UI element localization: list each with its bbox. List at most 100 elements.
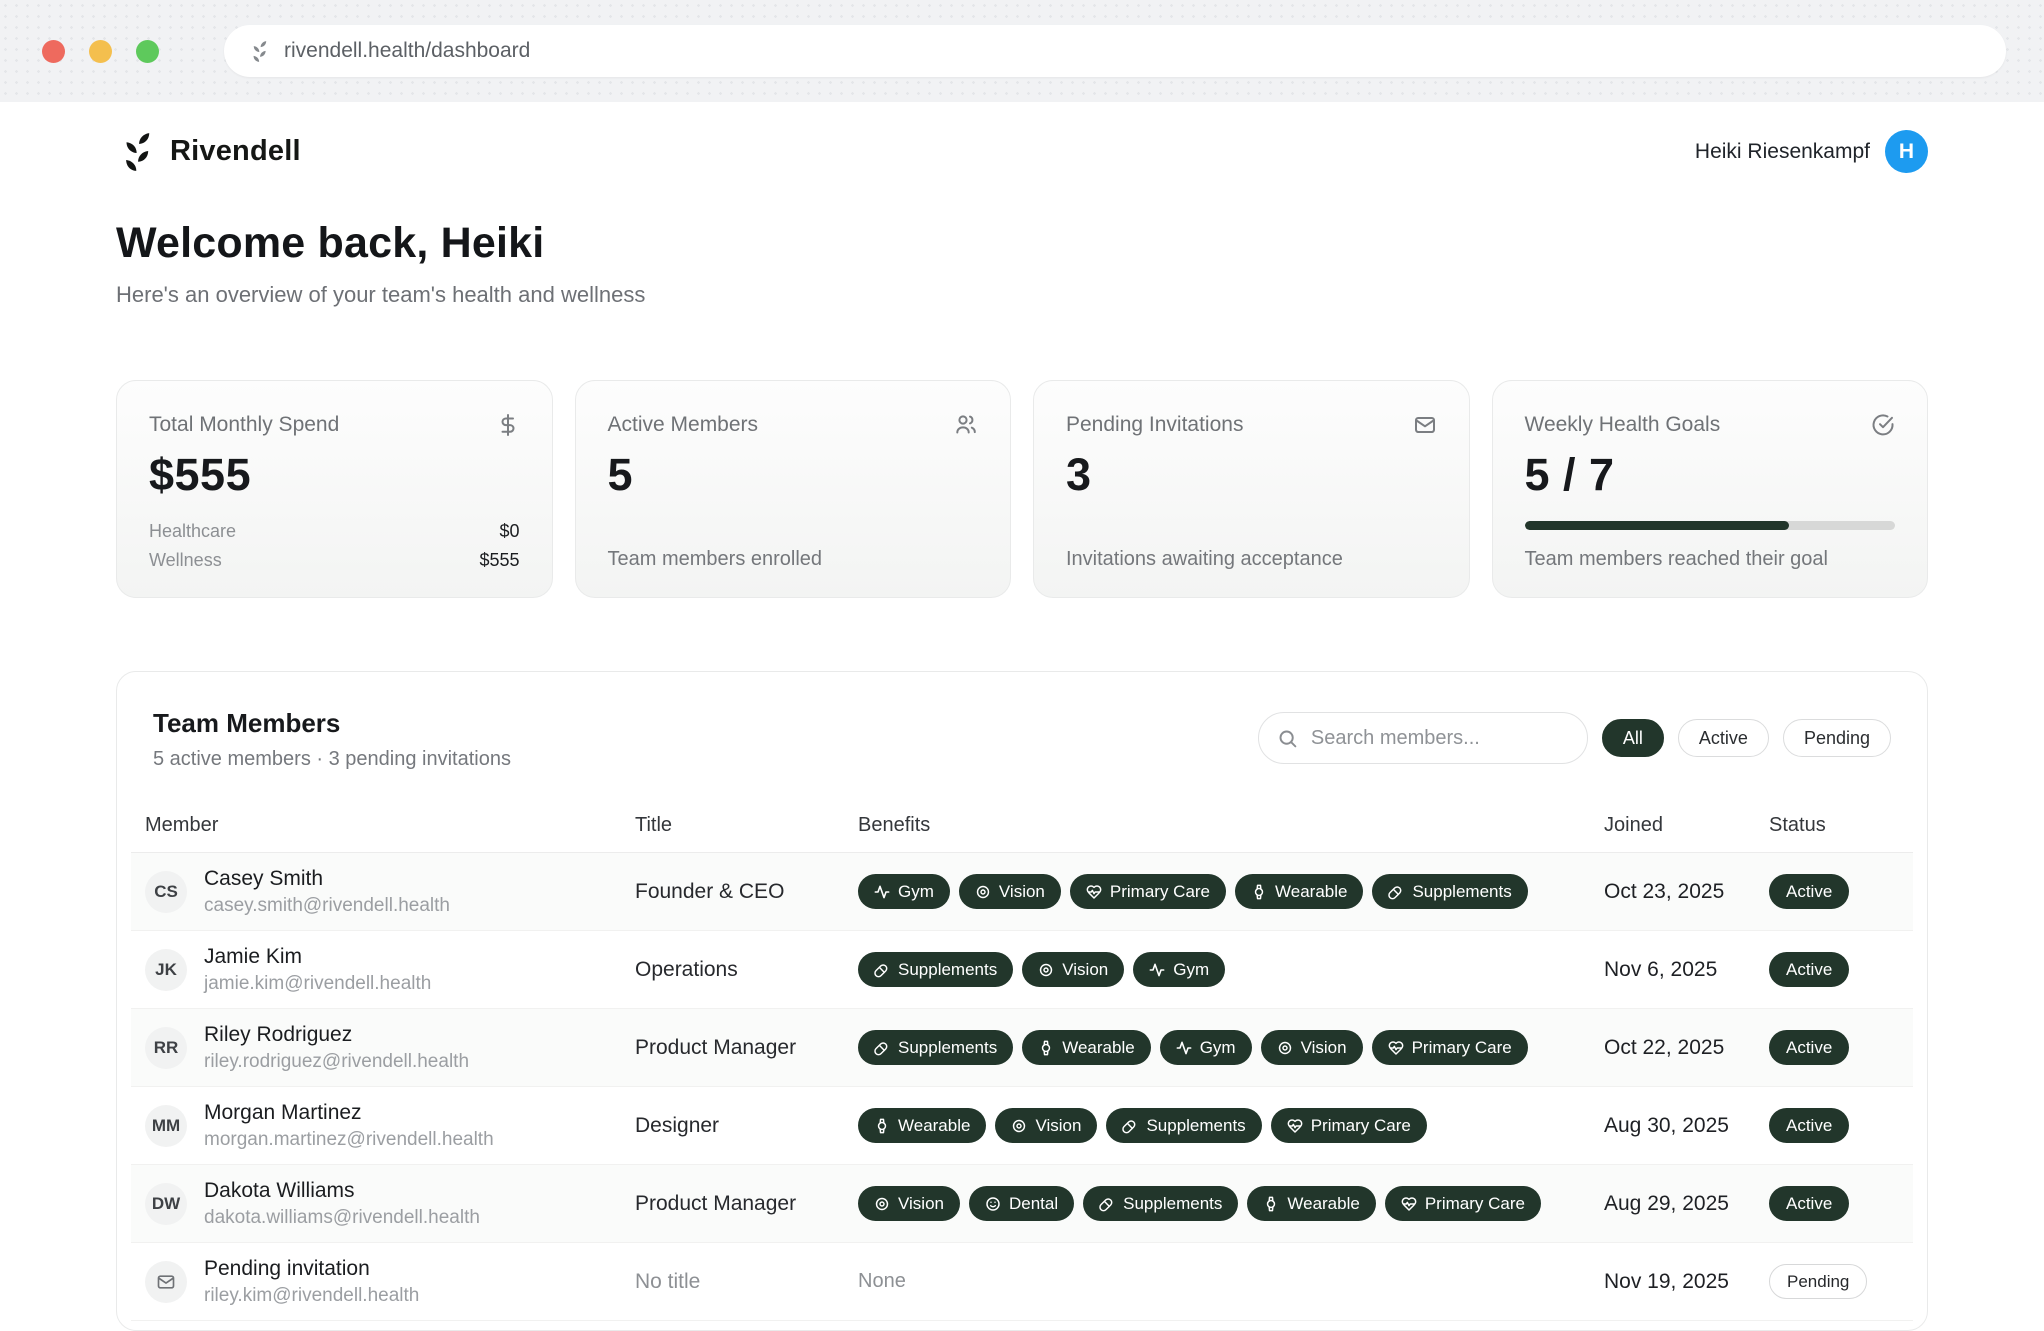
browser-chrome: rivendell.health/dashboard xyxy=(0,0,2044,102)
smile-icon xyxy=(985,1196,1001,1212)
pill-icon xyxy=(874,1040,890,1056)
member-title: Founder & CEO xyxy=(635,880,858,904)
member-benefits: GymVisionPrimary CareWearableSupplements xyxy=(858,874,1604,909)
avatar: RR xyxy=(145,1027,187,1069)
users-icon xyxy=(954,413,978,437)
team-table-body: CSCasey Smithcasey.smith@rivendell.healt… xyxy=(131,853,1913,1321)
member-name: Riley Rodriguez xyxy=(204,1023,469,1047)
benefit-pill-primary-care: Primary Care xyxy=(1271,1108,1427,1143)
activity-icon xyxy=(1176,1040,1192,1056)
heart-pulse-icon xyxy=(1086,884,1102,900)
address-bar[interactable]: rivendell.health/dashboard xyxy=(224,25,2006,77)
stat-description: Team members reached their goal xyxy=(1525,548,1828,570)
team-section-title: Team Members xyxy=(153,708,511,739)
heart-pulse-icon xyxy=(1287,1118,1303,1134)
benefit-pill-wearable: Wearable xyxy=(1235,874,1363,909)
page-title: Welcome back, Heiki xyxy=(116,219,1928,268)
member-joined-date: Aug 29, 2025 xyxy=(1604,1192,1769,1216)
member-joined-date: Oct 22, 2025 xyxy=(1604,1036,1769,1060)
mail-icon xyxy=(156,1272,176,1292)
member-email: casey.smith@rivendell.health xyxy=(204,895,450,917)
heart-pulse-icon xyxy=(1388,1040,1404,1056)
eye-icon xyxy=(1277,1040,1293,1056)
member-title: Operations xyxy=(635,958,858,982)
member-joined-date: Nov 19, 2025 xyxy=(1604,1270,1769,1294)
breakdown-value: $0 xyxy=(499,521,519,542)
rivendell-logo-leaf-icon xyxy=(116,131,158,173)
mail-avatar xyxy=(145,1261,187,1303)
stat-card-active-members: Active Members 5 Team members enrolled xyxy=(575,380,1012,598)
member-email: riley.kim@rivendell.health xyxy=(204,1285,419,1307)
stat-label: Pending Invitations xyxy=(1066,413,1243,437)
search-input[interactable] xyxy=(1309,726,1569,751)
avatar: JK xyxy=(145,949,187,991)
benefit-pill-dental: Dental xyxy=(969,1186,1074,1221)
stat-value: 3 xyxy=(1066,449,1437,501)
benefit-pill-vision: Vision xyxy=(1022,952,1124,987)
member-email: dakota.williams@rivendell.health xyxy=(204,1207,480,1229)
stat-label: Active Members xyxy=(608,413,759,437)
user-name: Heiki Riesenkampf xyxy=(1695,140,1870,164)
member-benefits: SupplementsVisionGym xyxy=(858,952,1604,987)
stat-description: Invitations awaiting acceptance xyxy=(1066,548,1343,570)
table-row[interactable]: Pending invitationriley.kim@rivendell.he… xyxy=(131,1243,1913,1321)
app-header: Rivendell Heiki Riesenkampf H xyxy=(116,102,1928,173)
member-email: morgan.martinez@rivendell.health xyxy=(204,1129,494,1151)
pill-icon xyxy=(1122,1118,1138,1134)
breakdown-value: $555 xyxy=(479,550,519,571)
benefit-pill-gym: Gym xyxy=(858,874,950,909)
table-row[interactable]: CSCasey Smithcasey.smith@rivendell.healt… xyxy=(131,853,1913,931)
stat-description: Team members enrolled xyxy=(608,548,823,570)
team-table: Member Title Benefits Joined Status CSCa… xyxy=(117,799,1927,1321)
stat-value: 5 / 7 xyxy=(1525,449,1896,501)
member-name: Jamie Kim xyxy=(204,945,431,969)
benefit-pill-vision: Vision xyxy=(858,1186,960,1221)
member-joined-date: Aug 30, 2025 xyxy=(1604,1114,1769,1138)
member-joined-date: Oct 23, 2025 xyxy=(1604,880,1769,904)
member-name: Morgan Martinez xyxy=(204,1101,494,1125)
member-benefits: WearableVisionSupplementsPrimary Care xyxy=(858,1108,1604,1143)
window-zoom-button[interactable] xyxy=(136,40,159,63)
filter-all-button[interactable]: All xyxy=(1602,719,1664,757)
benefit-pill-gym: Gym xyxy=(1133,952,1225,987)
benefit-pill-supplements: Supplements xyxy=(1083,1186,1238,1221)
table-row[interactable]: RR Riley Rodriguez riley.rodriguez@rivende… xyxy=(131,1009,1913,1087)
table-row[interactable]: JKJamie Kimjamie.kim@rivendell.healthOpe… xyxy=(131,931,1913,1009)
member-email: riley.rodriguez@rivendell.health xyxy=(204,1051,469,1073)
table-row[interactable]: DWDakota Williamsdakota.williams@rivende… xyxy=(131,1165,1913,1243)
stats-row: Total Monthly Spend $555 Healthcare $0 W… xyxy=(116,380,1928,598)
eye-icon xyxy=(874,1196,890,1212)
window-minimize-button[interactable] xyxy=(89,40,112,63)
column-header-member: Member xyxy=(145,814,635,837)
status-badge: Active xyxy=(1769,1108,1849,1143)
avatar: CS xyxy=(145,871,187,913)
watch-icon xyxy=(1251,884,1267,900)
member-joined-date: Nov 6, 2025 xyxy=(1604,958,1769,982)
benefits-none: None xyxy=(858,1270,906,1292)
team-members-card: Team Members 5 active members · 3 pendin… xyxy=(116,671,1928,1331)
pill-icon xyxy=(1099,1196,1115,1212)
page-subtitle: Here's an overview of your team's health… xyxy=(116,282,1928,308)
avatar: DW xyxy=(145,1183,187,1225)
stat-card-pending-invitations: Pending Invitations 3 Invitations awaiti… xyxy=(1033,380,1470,598)
benefit-pill-gym: Gym xyxy=(1160,1030,1252,1065)
filter-pending-button[interactable]: Pending xyxy=(1783,719,1891,757)
status-badge: Active xyxy=(1769,1030,1849,1065)
column-header-benefits: Benefits xyxy=(858,814,1604,837)
window-close-button[interactable] xyxy=(42,40,65,63)
user-avatar[interactable]: H xyxy=(1885,130,1928,173)
member-title: Designer xyxy=(635,1114,858,1138)
stat-card-total-monthly-spend: Total Monthly Spend $555 Healthcare $0 W… xyxy=(116,380,553,598)
spend-breakdown-row: Healthcare $0 xyxy=(149,521,520,542)
member-benefits: VisionDentalSupplementsWearablePrimary C… xyxy=(858,1186,1604,1221)
status-badge: Active xyxy=(1769,874,1849,909)
health-goal-progress-track xyxy=(1525,521,1896,530)
health-goal-progress-fill xyxy=(1525,521,1790,530)
eye-icon xyxy=(1038,962,1054,978)
check-circle-icon xyxy=(1871,413,1895,437)
window-controls xyxy=(42,40,159,63)
filter-active-button[interactable]: Active xyxy=(1678,719,1769,757)
table-row[interactable]: MMMorgan Martinezmorgan.martinez@rivende… xyxy=(131,1087,1913,1165)
stat-label: Weekly Health Goals xyxy=(1525,413,1721,437)
brand: Rivendell xyxy=(116,131,301,173)
